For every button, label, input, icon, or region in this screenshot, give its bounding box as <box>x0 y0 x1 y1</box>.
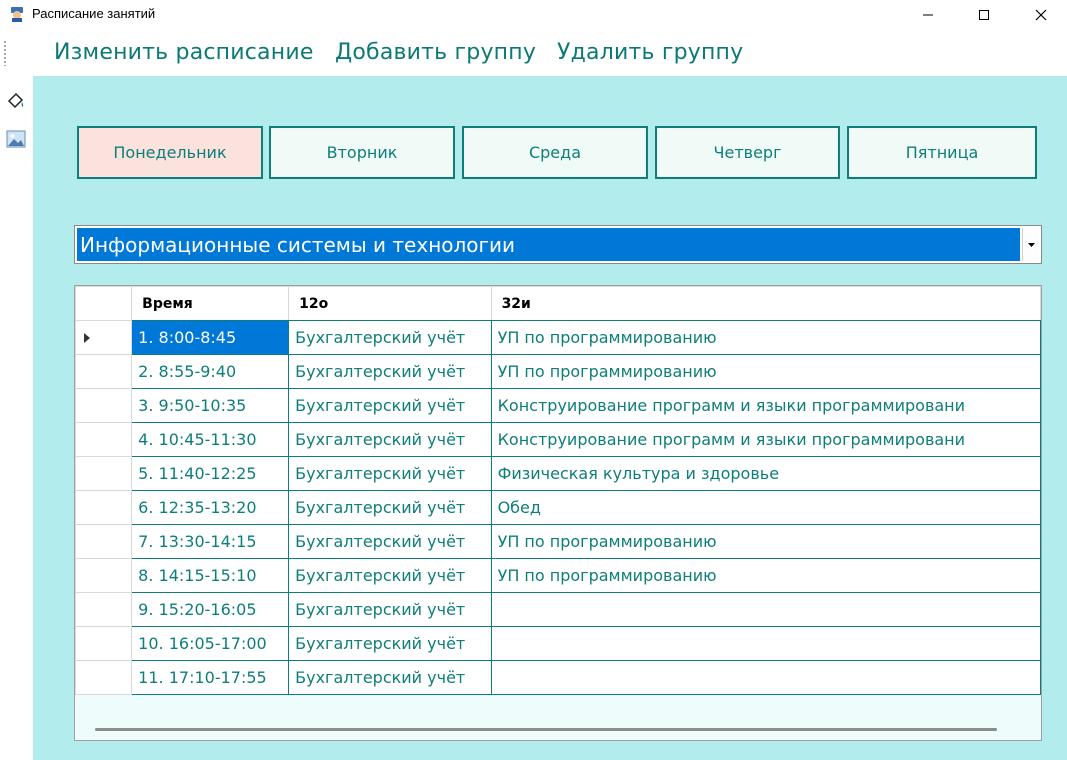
maximize-icon <box>979 10 989 20</box>
table-row[interactable]: 10. 16:05-17:00 Бухгалтерский учёт <box>75 626 1041 661</box>
table-row[interactable]: 1. 8:00-8:45 Бухгалтерский учёт УП по прог… <box>75 320 1041 355</box>
scrollbar-thumb[interactable] <box>95 728 997 731</box>
group-12o-cell[interactable]: Бухгалтерский учёт <box>288 422 492 457</box>
group-12o-cell[interactable]: Бухгалтерский учёт <box>288 354 492 389</box>
maximize-button[interactable] <box>961 0 1007 30</box>
menu-delete-group[interactable]: Удалить группу <box>557 40 743 65</box>
specialty-select[interactable]: Информационные системы и технологии <box>74 225 1042 264</box>
time-cell[interactable]: 5. 11:40-12:25 <box>131 456 290 491</box>
time-cell[interactable]: 11. 17:10-17:55 <box>131 660 290 695</box>
group-32i-cell[interactable]: Конструирование программ и языки програм… <box>490 422 1041 457</box>
table-row[interactable]: 7. 13:30-14:15 Бухгалтерский учёт УП по пр… <box>75 524 1041 559</box>
row-header-cell[interactable] <box>75 558 133 593</box>
row-header-cell[interactable] <box>75 320 133 355</box>
day-button-tuesday[interactable]: Вторник <box>269 126 455 179</box>
grid-header-row: Время 12о 32и <box>75 286 1041 321</box>
minimize-icon <box>923 14 933 16</box>
group-12o-cell[interactable]: Бухгалтерский учёт <box>288 592 492 627</box>
row-header-cell[interactable] <box>75 592 133 627</box>
group-32i-cell[interactable] <box>490 626 1041 661</box>
menu-edit-schedule[interactable]: Изменить расписание <box>54 40 314 65</box>
group-12o-cell[interactable]: Бухгалтерский учёт <box>288 660 492 695</box>
group-32i-cell[interactable]: УП по программированию <box>490 558 1041 593</box>
group-32i-cell[interactable] <box>490 660 1041 695</box>
table-row[interactable]: 3. 9:50-10:35 Бухгалтерский учёт Конструир… <box>75 388 1041 423</box>
row-header-cell[interactable] <box>75 524 133 559</box>
day-button-friday[interactable]: Пятница <box>847 126 1037 179</box>
table-row[interactable]: 11. 17:10-17:55 Бухгалтерский учёт <box>75 660 1041 695</box>
column-header-group-32i[interactable]: 32и <box>490 286 1041 321</box>
table-row[interactable]: 9. 15:20-16:05 Бухгалтерский учёт <box>75 592 1041 627</box>
group-32i-cell[interactable] <box>490 592 1041 627</box>
time-cell[interactable]: 9. 15:20-16:05 <box>131 592 290 627</box>
time-cell[interactable]: 7. 13:30-14:15 <box>131 524 290 559</box>
group-12o-cell[interactable]: Бухгалтерский учёт <box>288 320 492 355</box>
close-icon <box>1035 9 1047 21</box>
app-icon <box>11 7 23 22</box>
row-header-cell[interactable] <box>75 422 133 457</box>
group-32i-cell[interactable]: УП по программированию <box>490 354 1041 389</box>
grid-corner-cell[interactable] <box>75 286 133 321</box>
group-12o-cell[interactable]: Бухгалтерский учёт <box>288 558 492 593</box>
paint-bucket-icon[interactable] <box>5 90 27 112</box>
dropdown-button[interactable] <box>1022 228 1039 261</box>
picture-icon[interactable] <box>5 128 27 150</box>
group-12o-cell[interactable]: Бухгалтерский учёт <box>288 490 492 525</box>
group-32i-cell[interactable]: Конструирование программ и языки програм… <box>490 388 1041 423</box>
window-title: Расписание занятий <box>32 6 156 21</box>
time-cell[interactable]: 3. 9:50-10:35 <box>131 388 290 423</box>
group-12o-cell[interactable]: Бухгалтерский учёт <box>288 456 492 491</box>
day-button-monday[interactable]: Понедельник <box>77 126 263 179</box>
horizontal-scrollbar[interactable] <box>75 718 1041 740</box>
table-row[interactable]: 2. 8:55-9:40 Бухгалтерский учёт УП по прог… <box>75 354 1041 389</box>
time-cell[interactable]: 1. 8:00-8:45 <box>131 320 290 355</box>
day-button-wednesday[interactable]: Среда <box>462 126 648 179</box>
menu-add-group[interactable]: Добавить группу <box>335 40 536 65</box>
close-button[interactable] <box>1018 0 1064 30</box>
column-header-time[interactable]: Время <box>131 286 290 321</box>
menu-bar: Изменить расписание Добавить группу Удал… <box>0 30 1067 76</box>
group-32i-cell[interactable]: УП по программированию <box>490 524 1041 559</box>
group-12o-cell[interactable]: Бухгалтерский учёт <box>288 524 492 559</box>
row-header-cell[interactable] <box>75 660 133 695</box>
time-cell[interactable]: 6. 12:35-13:20 <box>131 490 290 525</box>
menu-grip[interactable] <box>3 40 7 66</box>
row-header-cell[interactable] <box>75 490 133 525</box>
table-row[interactable]: 8. 14:15-15:10 Бухгалтерский учёт УП по пр… <box>75 558 1041 593</box>
row-header-cell[interactable] <box>75 354 133 389</box>
group-32i-cell[interactable]: Обед <box>490 490 1041 525</box>
title-bar: Расписание занятий <box>0 0 1067 30</box>
time-cell[interactable]: 2. 8:55-9:40 <box>131 354 290 389</box>
group-12o-cell[interactable]: Бухгалтерский учёт <box>288 626 492 661</box>
group-32i-cell[interactable]: УП по программированию <box>490 320 1041 355</box>
schedule-table: Время 12о 32и 1. 8:00-8:45 Бухгалтерский … <box>75 286 1041 695</box>
left-toolbar <box>0 76 33 760</box>
table-row[interactable]: 6. 12:35-13:20 Бухгалтерский учёт Обед <box>75 490 1041 525</box>
table-row[interactable]: 4. 10:45-11:30 Бухгалтерский учёт Конструи… <box>75 422 1041 457</box>
table-row[interactable]: 5. 11:40-12:25 Бухгалтерский учёт Физическ… <box>75 456 1041 491</box>
column-header-group-12o[interactable]: 12о <box>288 286 492 321</box>
current-row-arrow-icon <box>84 332 90 343</box>
specialty-select-value: Информационные системы и технологии <box>77 228 1020 261</box>
group-12o-cell[interactable]: Бухгалтерский учёт <box>288 388 492 423</box>
time-cell[interactable]: 10. 16:05-17:00 <box>131 626 290 661</box>
chevron-down-icon <box>1027 242 1035 247</box>
schedule-grid[interactable]: Время 12о 32и 1. 8:00-8:45 Бухгалтерский … <box>74 285 1042 741</box>
row-header-cell[interactable] <box>75 626 133 661</box>
group-32i-cell[interactable]: Физическая культура и здоровье <box>490 456 1041 491</box>
day-button-thursday[interactable]: Четверг <box>655 126 840 179</box>
main-panel: Понедельник Вторник Среда Четверг Пятниц… <box>33 76 1067 760</box>
minimize-button[interactable] <box>905 0 951 30</box>
row-header-cell[interactable] <box>75 456 133 491</box>
time-cell[interactable]: 8. 14:15-15:10 <box>131 558 290 593</box>
row-header-cell[interactable] <box>75 388 133 423</box>
time-cell[interactable]: 4. 10:45-11:30 <box>131 422 290 457</box>
